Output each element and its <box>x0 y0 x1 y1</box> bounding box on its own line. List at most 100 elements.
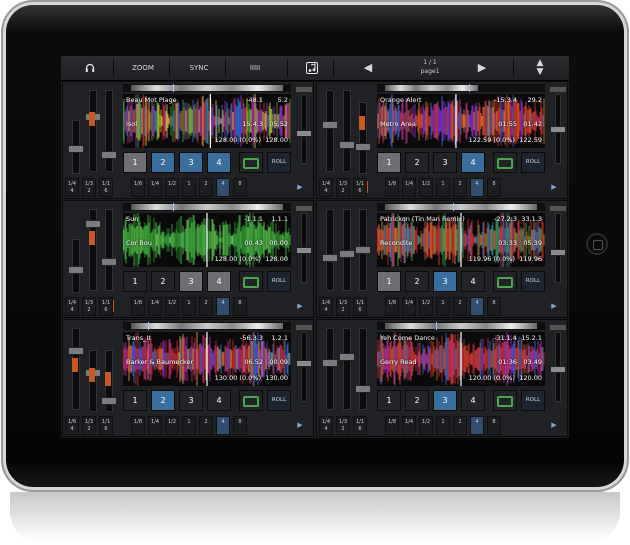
loop-size-button[interactable]: 1/3 2 <box>82 297 96 316</box>
loop-size-button[interactable]: 4 <box>470 178 484 197</box>
loop-size-button[interactable]: 2 <box>453 178 467 197</box>
fader-knob[interactable] <box>68 347 84 355</box>
music-note-icon[interactable] <box>301 56 323 80</box>
hotcue-pad[interactable]: 2 <box>405 271 429 292</box>
tempo-slider[interactable] <box>549 322 567 402</box>
loop-size-button[interactable]: 1/4 <box>148 416 162 435</box>
loop-size-button[interactable]: 1/1 6 <box>353 178 367 197</box>
loop-size-button[interactable]: 1 <box>436 416 450 435</box>
tempo-knob[interactable] <box>550 249 566 256</box>
hotcue-pad[interactable]: 2 <box>151 152 175 173</box>
loop-button[interactable] <box>493 152 517 173</box>
hotcue-pad[interactable]: 2 <box>405 152 429 173</box>
loop-size-button[interactable]: 1/3 2 <box>336 297 350 316</box>
loop-size-button[interactable]: 1/2 <box>165 297 179 316</box>
tempo-slider[interactable] <box>549 203 567 283</box>
mixer-fader[interactable] <box>101 209 117 291</box>
loop-size-button[interactable]: 1/2 <box>165 178 179 197</box>
loop-size-button[interactable]: 1/4 <box>402 416 416 435</box>
tempo-slider[interactable] <box>295 322 313 402</box>
loop-size-button[interactable]: 1/8 <box>131 416 145 435</box>
home-button[interactable] <box>586 233 608 255</box>
loop-size-button[interactable]: 4 <box>216 416 230 435</box>
play-icon[interactable]: ▶ <box>293 178 307 197</box>
sync-button[interactable]: SYNC <box>177 56 221 80</box>
loop-size-button[interactable]: 2 <box>199 178 213 197</box>
loop-size-button[interactable]: 2 <box>453 297 467 316</box>
loop-button[interactable] <box>239 390 263 411</box>
loop-size-button[interactable]: 1/3 2 <box>336 178 350 197</box>
mixer-fader[interactable] <box>355 328 371 410</box>
loop-size-button[interactable]: 1/2 <box>419 178 433 197</box>
waveform-main[interactable]: Trans_It Barker & Baumecker -56.3.3 1.2.1 06… <box>123 332 291 386</box>
hotcue-pad[interactable]: 1 <box>377 390 401 411</box>
waveform-main[interactable]: Orange Alert Metro Area -15.3.4 29.2 01:55 01… <box>377 94 545 148</box>
loop-size-button[interactable]: 1 <box>182 178 196 197</box>
hotcue-pad[interactable]: 1 <box>123 271 147 292</box>
loop-size-button[interactable]: 1/2 <box>165 416 179 435</box>
tempo-knob[interactable] <box>296 360 312 367</box>
fader-knob[interactable] <box>355 385 371 393</box>
fader-knob[interactable] <box>322 359 338 367</box>
fader-knob[interactable] <box>85 220 101 228</box>
play-icon[interactable]: ▶ <box>293 416 307 435</box>
mixer-fader[interactable] <box>322 209 338 291</box>
loop-size-button[interactable]: 1/3 2 <box>82 178 96 197</box>
fader-knob[interactable] <box>68 145 84 153</box>
hotcue-pad[interactable]: 2 <box>151 271 175 292</box>
levels-button[interactable]: IIIII <box>233 56 277 80</box>
tempo-reset-button[interactable] <box>549 205 567 212</box>
fader-knob[interactable] <box>339 141 355 149</box>
roll-button[interactable]: ROLL <box>521 152 545 173</box>
loop-size-button[interactable]: 1/4 <box>148 178 162 197</box>
fader-knob[interactable] <box>322 254 338 262</box>
loop-size-button[interactable]: 1/1 6 <box>353 416 367 435</box>
roll-button[interactable]: ROLL <box>521 271 545 292</box>
loop-size-button[interactable]: 1/4 <box>402 178 416 197</box>
loop-size-button[interactable]: 8 <box>487 416 501 435</box>
loop-size-button[interactable]: 1/4 4 <box>319 297 333 316</box>
roll-button[interactable]: ROLL <box>267 271 291 292</box>
loop-size-button[interactable]: 1 <box>182 416 196 435</box>
tempo-reset-button[interactable] <box>549 86 567 93</box>
loop-size-button[interactable]: 4 <box>470 416 484 435</box>
hotcue-pad[interactable]: 3 <box>433 390 457 411</box>
loop-button[interactable] <box>493 390 517 411</box>
hotcue-pad[interactable]: 3 <box>433 152 457 173</box>
loop-size-button[interactable]: 1/8 <box>385 297 399 316</box>
loop-size-button[interactable]: 4 <box>470 297 484 316</box>
mixer-fader[interactable] <box>68 239 84 293</box>
loop-size-button[interactable]: 1/8 <box>131 297 145 316</box>
tempo-reset-button[interactable] <box>549 324 567 331</box>
waveform-overview[interactable] <box>377 84 545 92</box>
waveform-overview[interactable] <box>123 203 291 211</box>
waveform-main[interactable]: Yeh Come Dance Gerry Read -31.1.4 15.2.1 01:… <box>377 332 545 386</box>
hotcue-pad[interactable]: 4 <box>207 152 231 173</box>
tempo-knob[interactable] <box>550 366 566 373</box>
loop-size-button[interactable]: 1/6 4 <box>65 416 79 435</box>
loop-size-button[interactable]: 1/3 2 <box>82 416 96 435</box>
tempo-knob[interactable] <box>550 126 566 133</box>
tempo-knob[interactable] <box>296 130 312 137</box>
loop-size-button[interactable]: 1/1 6 <box>353 297 367 316</box>
loop-size-button[interactable]: 1/4 <box>402 297 416 316</box>
loop-size-button[interactable]: 4 <box>216 297 230 316</box>
loop-size-button[interactable]: 2 <box>199 416 213 435</box>
mixer-fader[interactable] <box>85 90 101 172</box>
hotcue-pad[interactable]: 1 <box>377 152 401 173</box>
tempo-reset-button[interactable] <box>295 205 313 212</box>
fader-knob[interactable] <box>339 353 355 361</box>
hotcue-pad[interactable]: 4 <box>461 390 485 411</box>
roll-button[interactable]: ROLL <box>521 390 545 411</box>
hotcue-pad[interactable]: 3 <box>179 152 203 173</box>
loop-size-button[interactable]: 8 <box>487 297 501 316</box>
loop-size-button[interactable]: 1/8 <box>131 178 145 197</box>
mixer-fader[interactable] <box>339 90 355 172</box>
tempo-slider[interactable] <box>549 84 567 164</box>
hotcue-pad[interactable]: 2 <box>405 390 429 411</box>
hotcue-pad[interactable]: 4 <box>207 390 231 411</box>
tempo-reset-button[interactable] <box>295 324 313 331</box>
loop-size-button[interactable]: 1/4 4 <box>65 178 79 197</box>
loop-size-button[interactable]: 8 <box>487 178 501 197</box>
tempo-knob[interactable] <box>296 247 312 254</box>
